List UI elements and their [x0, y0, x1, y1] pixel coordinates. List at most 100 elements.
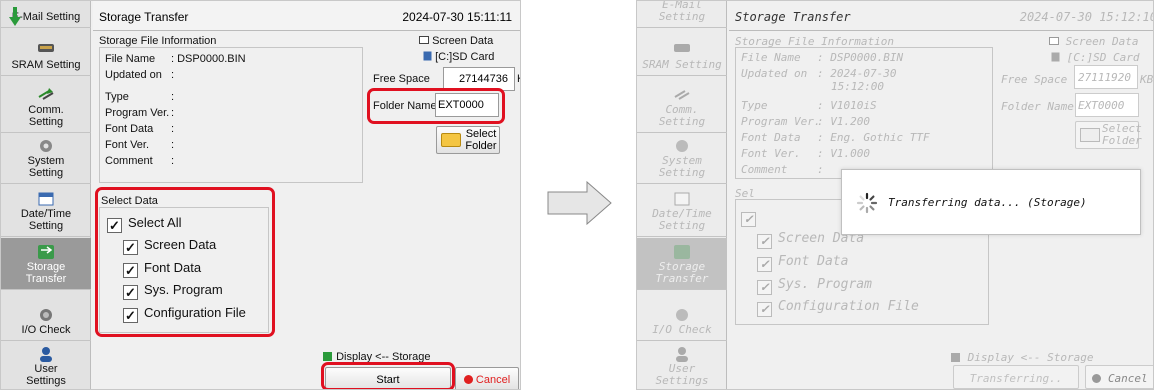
- option-label: Configuration File: [778, 299, 919, 314]
- option-label: Font Data: [778, 254, 849, 269]
- option-font-data-checkbox[interactable]: ✓ Font Data: [757, 254, 848, 272]
- file-name-label: File Name: [741, 51, 801, 64]
- type-label: Type: [105, 91, 129, 103]
- sidebar-item-io-check[interactable]: I/O Check: [1, 291, 91, 341]
- comment-value: :: [817, 163, 824, 176]
- updated-time: 15:12:00: [831, 80, 884, 93]
- font-ver-label: Font Ver.: [741, 147, 801, 160]
- screen-data-label: Screen Data: [432, 35, 494, 47]
- sidebar-item-datetime[interactable]: Date/Time Setting: [1, 185, 91, 237]
- highlight-folder-name: [367, 88, 505, 124]
- direction-indicator: Display <-- Storage: [951, 351, 1093, 364]
- calendar-icon: [37, 191, 55, 206]
- screen-data-option[interactable]: Screen Data: [1049, 35, 1138, 48]
- direction-icon: [323, 352, 332, 361]
- comm-arrows-icon: [673, 87, 691, 101]
- select-folder-label: Select Folder: [1102, 122, 1142, 147]
- main-panel: Storage Transfer 2024-07-30 15:11:11 Sto…: [93, 1, 520, 389]
- screen-after: E-Mail Setting SRAM Setting Comm. Settin…: [636, 0, 1154, 390]
- folder-name-input[interactable]: EXT0000: [1075, 93, 1139, 117]
- calendar-icon: [673, 191, 691, 206]
- io-check-icon: [37, 307, 55, 321]
- sd-card-icon: [1051, 52, 1060, 62]
- gear-icon: [37, 138, 55, 152]
- transferring-button: Transferring..: [953, 365, 1079, 389]
- sidebar-item-label: Date/Time Setting: [20, 208, 72, 232]
- down-arrow-icon: [9, 7, 21, 26]
- program-value: : V1.200: [817, 115, 870, 128]
- user-icon: [37, 346, 55, 362]
- sidebar-item-user[interactable]: User Settings: [1, 342, 91, 389]
- program-label: Program Ver.: [741, 115, 821, 128]
- select-folder-button[interactable]: Select Folder: [1075, 121, 1142, 149]
- type-value: : V1010iS: [817, 99, 877, 112]
- select-all-checkbox[interactable]: ✓: [741, 209, 762, 227]
- font-data-label: Font Data: [105, 123, 154, 135]
- free-space-unit: KB: [517, 73, 520, 85]
- screen-icon: [419, 36, 429, 44]
- sidebar-item-comm[interactable]: Comm. Setting: [637, 77, 727, 133]
- sidebar-item-sram[interactable]: SRAM Setting: [1, 28, 91, 76]
- updated-label: Updated on: [741, 67, 808, 80]
- font-data-value: : Eng. Gothic TTF: [817, 131, 930, 144]
- storage-transfer-icon: [37, 244, 55, 259]
- comment-label: Comment: [741, 163, 788, 176]
- folder-icon: [441, 133, 461, 147]
- storage-target-label: [C:]SD Card: [1066, 51, 1140, 64]
- cancel-icon: [463, 375, 473, 384]
- cancel-button[interactable]: Cancel: [1085, 365, 1153, 389]
- sidebar-item-storage-transfer[interactable]: Storage Transfer: [637, 238, 727, 290]
- sidebar-item-io-check[interactable]: I/O Check: [637, 291, 727, 341]
- sidebar-item-label: System Setting: [658, 154, 706, 179]
- font-data-value: :: [171, 123, 175, 135]
- sidebar-item-label: Storage Transfer: [25, 261, 67, 285]
- free-space-value: 27111920: [1074, 65, 1138, 89]
- folder-name-label: Folder Name: [1001, 100, 1074, 113]
- cancel-icon: [1092, 374, 1102, 383]
- updated-value: : 2024-07-30: [817, 67, 897, 80]
- sidebar-item-storage-transfer[interactable]: Storage Transfer: [1, 238, 91, 290]
- sidebar-item-label: I/O Check: [652, 323, 712, 336]
- font-ver-value: :: [171, 139, 175, 151]
- comm-arrows-icon: [37, 87, 55, 101]
- sram-chip-icon: [37, 42, 55, 56]
- screen-before: E-Mail Setting SRAM Setting Comm. Settin…: [0, 0, 521, 390]
- sidebar-item-system[interactable]: System Setting: [1, 134, 91, 184]
- title-bar: Storage Transfer 2024-07-30 15:11:11: [93, 1, 520, 31]
- sidebar-item-label: User Settings: [655, 362, 709, 387]
- screen-icon: [1049, 37, 1059, 45]
- file-name-value: : DSP0000.BIN: [817, 51, 904, 64]
- select-folder-button[interactable]: Select Folder: [436, 126, 500, 154]
- sidebar-item-comm[interactable]: Comm. Setting: [1, 77, 91, 133]
- user-icon: [673, 346, 691, 362]
- cancel-button[interactable]: Cancel: [455, 367, 519, 389]
- sidebar-item-label: System Setting: [27, 155, 65, 179]
- screen-data-option[interactable]: Screen Data: [419, 35, 493, 47]
- storage-target-option[interactable]: [C:]SD Card: [423, 51, 494, 63]
- io-check-icon: [673, 307, 691, 321]
- storage-target-option[interactable]: [C:]SD Card: [1051, 51, 1139, 64]
- sidebar-item-label: User Settings: [26, 363, 66, 387]
- sidebar-item-label: I/O Check: [21, 324, 71, 336]
- sidebar-item-label: Comm. Setting: [658, 103, 706, 128]
- sidebar-item-system[interactable]: System Setting: [637, 134, 727, 184]
- sidebar-item-datetime[interactable]: Date/Time Setting: [637, 185, 727, 237]
- datetime: 2024-07-30 15:11:11: [402, 10, 512, 24]
- updated-value: :: [171, 69, 175, 81]
- sidebar-item-label: E-Mail Setting: [658, 0, 706, 23]
- sidebar-item-email[interactable]: E-Mail Setting: [637, 0, 727, 28]
- cancel-label: Cancel: [1107, 372, 1148, 385]
- option-config-file-checkbox[interactable]: ✓ Configuration File: [757, 299, 919, 317]
- folder-icon: [1080, 128, 1100, 142]
- option-sys-program-checkbox[interactable]: ✓ Sys. Program: [757, 277, 872, 295]
- sidebar-item-user[interactable]: User Settings: [637, 342, 727, 389]
- file-name-label: File Name: [105, 53, 156, 65]
- sidebar-item-label: Date/Time Setting: [652, 207, 712, 232]
- transition-arrow-icon: [547, 181, 612, 225]
- direction-icon: [951, 353, 960, 362]
- page-title: Storage Transfer: [99, 10, 189, 24]
- free-space-label: Free Space: [373, 73, 430, 85]
- sidebar-item-sram[interactable]: SRAM Setting: [637, 28, 727, 76]
- spinner-icon: [856, 192, 878, 214]
- comment-label: Comment: [105, 155, 153, 167]
